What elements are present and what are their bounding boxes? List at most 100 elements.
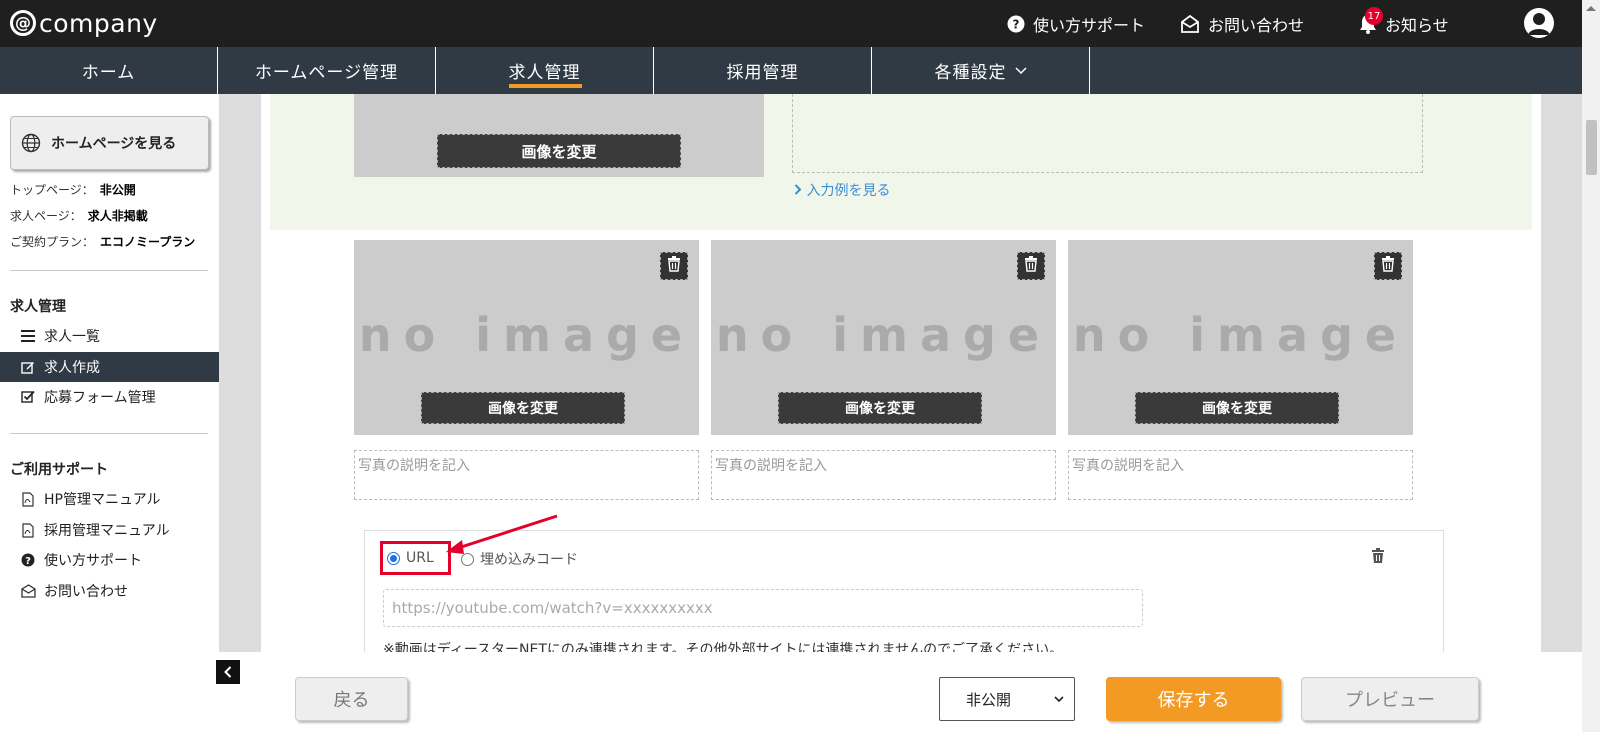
- photo-caption-input[interactable]: 写真の説明を記入: [711, 450, 1056, 500]
- user-avatar[interactable]: [1524, 8, 1554, 38]
- editor-panel: 画像を変更 入力例を見る no image 画像を変更 写真の説明を記入 no …: [261, 94, 1541, 652]
- job-page-status-label: 求人ページ：: [10, 209, 82, 223]
- delete-photo-button[interactable]: [1017, 252, 1045, 280]
- change-photo-button[interactable]: 画像を変更: [421, 392, 625, 424]
- nav-job-management[interactable]: 求人管理: [436, 47, 654, 94]
- change-main-image-button[interactable]: 画像を変更: [437, 134, 681, 168]
- top-page-status-label: トップページ：: [10, 183, 94, 197]
- sidebar-item-application-form[interactable]: 応募フォーム管理: [0, 382, 219, 412]
- view-homepage-label: ホームページを見る: [51, 136, 177, 152]
- edit-icon: [20, 360, 36, 374]
- sidebar-item-usage-support-label: 使い方サポート: [44, 553, 142, 569]
- job-page-status: 求人ページ： 求人非掲載: [10, 207, 148, 224]
- top-page-status: トップページ： 非公開: [10, 181, 136, 198]
- view-homepage-button[interactable]: ホームページを見る: [10, 116, 209, 170]
- nav-settings-label: 各種設定: [934, 63, 1007, 83]
- publish-status-select[interactable]: 非公開: [939, 677, 1075, 721]
- url-radio[interactable]: [387, 551, 400, 565]
- contract-plan-value: エコノミープラン: [100, 235, 196, 249]
- support-link[interactable]: ? 使い方サポート: [1007, 12, 1145, 36]
- checkbox-icon: [20, 390, 36, 404]
- delete-photo-button[interactable]: [1374, 252, 1402, 280]
- question-icon: ?: [1007, 15, 1025, 33]
- delete-photo-button[interactable]: [660, 252, 688, 280]
- page-scrollbar[interactable]: [1582, 0, 1600, 732]
- video-note: ※動画はディースターNETにのみ連携されます。その他外部サイトには連携されません…: [383, 642, 1064, 652]
- company-logo[interactable]: @ company: [10, 7, 158, 39]
- bell-icon: 17: [1359, 7, 1383, 34]
- save-button[interactable]: 保存する: [1106, 677, 1281, 721]
- sidebar-item-contact-label: お問い合わせ: [44, 584, 128, 600]
- sidebar-item-recruitment-manual[interactable]: 採用管理マニュアル: [0, 515, 219, 545]
- sidebar-item-hp-manual[interactable]: HP管理マニュアル: [0, 484, 219, 514]
- no-image-placeholder: no image: [715, 308, 1052, 362]
- nav-recruitment-management[interactable]: 採用管理: [654, 47, 872, 94]
- question-icon: ?: [20, 553, 36, 567]
- contract-plan-label: ご契約プラン：: [10, 235, 95, 249]
- notice-count-badge: 17: [1365, 7, 1383, 25]
- sidebar-item-recruitment-manual-label: 採用管理マニュアル: [44, 523, 170, 539]
- sidebar-item-job-create[interactable]: 求人作成: [0, 352, 219, 382]
- sidebar-item-job-list-label: 求人一覧: [44, 329, 100, 345]
- pdf-file-icon: [20, 491, 36, 507]
- url-radio-label: URL: [406, 550, 434, 566]
- logo-at-mark: @: [10, 10, 36, 36]
- globe-icon: [21, 133, 41, 153]
- chevron-down-icon: [1054, 693, 1064, 706]
- envelope-open-icon: [1180, 15, 1200, 33]
- sidebar-divider: [10, 270, 208, 271]
- sidebar-item-contact[interactable]: お問い合わせ: [0, 576, 219, 606]
- contract-plan: ご契約プラン： エコノミープラン: [10, 233, 195, 250]
- chevron-right-icon: [794, 183, 802, 199]
- support-heading: ご利用サポート: [10, 462, 108, 478]
- back-button[interactable]: 戻る: [295, 677, 408, 721]
- top-bar: @ company ? 使い方サポート お問い合わせ 17 お知らせ: [0, 0, 1582, 47]
- collapse-sidebar-button[interactable]: [216, 660, 240, 684]
- no-image-placeholder: no image: [358, 308, 695, 362]
- main-nav: ホーム ホームページ管理 求人管理 採用管理 各種設定: [0, 47, 1582, 94]
- photo-card-1: no image 画像を変更: [354, 240, 699, 435]
- contact-link[interactable]: お問い合わせ: [1180, 12, 1304, 36]
- change-photo-button[interactable]: 画像を変更: [778, 392, 982, 424]
- trash-icon: [1024, 256, 1038, 276]
- pdf-file-icon: [20, 522, 36, 538]
- sidebar-item-usage-support[interactable]: ? 使い方サポート: [0, 545, 219, 575]
- scroll-up-icon[interactable]: [1586, 6, 1596, 11]
- view-example-link[interactable]: 入力例を見る: [794, 180, 890, 200]
- nav-home[interactable]: ホーム: [0, 47, 218, 94]
- scroll-thumb[interactable]: [1586, 120, 1597, 175]
- svg-text:?: ?: [25, 556, 31, 567]
- job-page-status-value: 求人非掲載: [87, 209, 148, 223]
- preview-button[interactable]: プレビュー: [1301, 677, 1479, 721]
- job-management-heading: 求人管理: [10, 299, 66, 315]
- photo-caption-input[interactable]: 写真の説明を記入: [354, 450, 699, 500]
- chevron-down-icon: [1014, 64, 1027, 78]
- annotation-arrow-icon: [446, 514, 558, 554]
- publish-status-value: 非公開: [966, 690, 1012, 709]
- sidebar-item-application-form-label: 応募フォーム管理: [44, 390, 156, 406]
- nav-homepage-management[interactable]: ホームページ管理: [218, 47, 436, 94]
- sidebar-divider: [10, 433, 208, 434]
- photo-caption-input[interactable]: 写真の説明を記入: [1068, 450, 1413, 500]
- change-photo-button[interactable]: 画像を変更: [1135, 392, 1339, 424]
- nav-settings[interactable]: 各種設定: [872, 47, 1090, 94]
- notice-label: お知らせ: [1385, 16, 1449, 35]
- sidebar-item-hp-manual-label: HP管理マニュアル: [44, 492, 161, 508]
- url-radio-option[interactable]: URL: [387, 550, 434, 566]
- trash-icon: [1371, 548, 1385, 568]
- sidebar-item-job-list[interactable]: 求人一覧: [0, 321, 219, 351]
- trash-icon: [1381, 256, 1395, 276]
- view-example-label: 入力例を見る: [806, 183, 891, 199]
- contact-label: お問い合わせ: [1208, 16, 1305, 35]
- nav-home-label: ホーム: [81, 63, 136, 83]
- trash-icon: [667, 256, 681, 276]
- svg-text:?: ?: [1013, 18, 1020, 32]
- photo-card-2: no image 画像を変更: [711, 240, 1056, 435]
- description-textarea[interactable]: [792, 94, 1423, 173]
- main-content: 画像を変更 入力例を見る no image 画像を変更 写真の説明を記入 no …: [219, 94, 1582, 652]
- nav-job-management-label: 求人管理: [508, 63, 581, 83]
- logo-text: company: [39, 8, 158, 38]
- notice-link[interactable]: 17 お知らせ: [1359, 7, 1449, 36]
- delete-video-button[interactable]: [1371, 548, 1385, 568]
- video-url-input[interactable]: https://youtube.com/watch?v=xxxxxxxxxx: [383, 589, 1143, 627]
